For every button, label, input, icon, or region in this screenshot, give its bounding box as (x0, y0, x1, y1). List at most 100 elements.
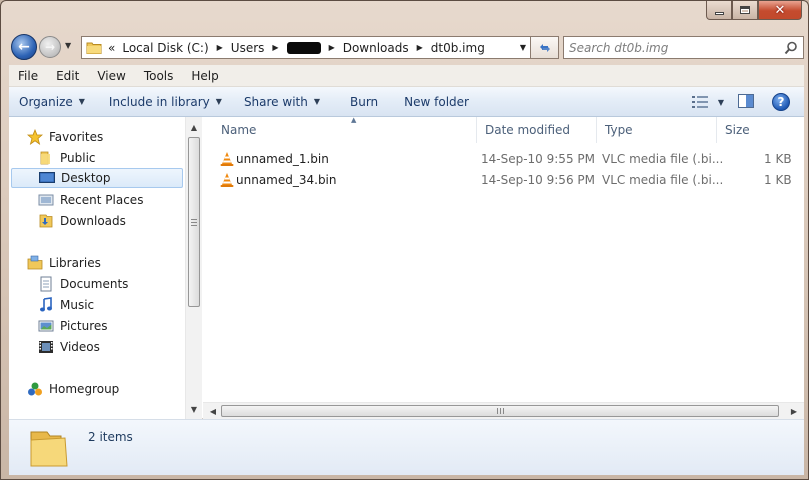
nav-pane-scrollbar[interactable]: ▲ ▼ (185, 117, 202, 419)
file-date-modified: 14-Sep-10 9:55 PM (481, 152, 595, 166)
menu-help[interactable]: Help (182, 69, 227, 83)
nav-documents[interactable]: Documents (38, 274, 128, 294)
breadcrumb-separator-icon[interactable]: ▶ (217, 43, 223, 52)
search-box (563, 36, 804, 59)
menu-edit[interactable]: Edit (47, 69, 88, 83)
column-date-modified-label: Date modified (485, 123, 571, 137)
chevron-down-icon: ▼ (78, 97, 85, 106)
menu-tools[interactable]: Tools (135, 69, 183, 83)
nav-documents-label: Documents (60, 277, 129, 291)
command-bar-right: ▼ ? (691, 87, 804, 117)
arrow-right-icon: → (44, 40, 56, 54)
chevron-down-icon: ▼ (313, 97, 320, 106)
search-input[interactable] (569, 40, 779, 55)
column-type[interactable]: Type (597, 117, 717, 143)
navigation-pane: Favorites Public Desktop Recent Places D… (9, 117, 202, 419)
videos-icon (38, 339, 54, 355)
burn-button[interactable]: Burn (341, 95, 387, 109)
menu-file[interactable]: File (9, 69, 47, 83)
details-pane: 2 items (9, 419, 804, 475)
change-view-button[interactable]: ▼ (691, 96, 724, 108)
folder-icon (38, 150, 54, 166)
homegroup-icon (27, 381, 43, 397)
forward-button[interactable]: → (39, 36, 61, 58)
nav-music-label: Music (60, 298, 95, 312)
grip-icon (496, 408, 504, 414)
column-name[interactable]: Name ▲ (213, 116, 477, 143)
pictures-icon (38, 318, 54, 334)
column-date-modified[interactable]: Date modified (477, 117, 597, 143)
minimize-button[interactable] (706, 1, 732, 20)
file-row[interactable]: unnamed_1.bin 14-Sep-10 9:55 PM VLC medi… (219, 149, 799, 169)
nav-favorites[interactable]: Favorites (27, 127, 103, 147)
star-icon (27, 129, 43, 145)
address-dropdown-icon[interactable]: ▼ (520, 43, 526, 52)
nav-libraries[interactable]: Libraries (27, 253, 101, 273)
nav-music[interactable]: Music (38, 295, 94, 315)
recent-pages-dropdown[interactable]: ▼ (65, 41, 75, 51)
file-row[interactable]: unnamed_34.bin 14-Sep-10 9:56 PM VLC med… (219, 170, 799, 190)
item-count: 2 items (88, 430, 133, 444)
nav-videos[interactable]: Videos (38, 337, 100, 357)
vlc-cone-icon (220, 152, 234, 166)
scroll-down-icon[interactable]: ▼ (186, 401, 202, 417)
downloads-folder-icon (38, 213, 54, 229)
file-type: VLC media file (.bi... (602, 152, 724, 166)
maximize-button[interactable] (732, 1, 758, 20)
content-area: Favorites Public Desktop Recent Places D… (9, 116, 804, 419)
nav-desktop-label: Desktop (61, 171, 111, 185)
refresh-icon (539, 43, 550, 52)
breadcrumb-separator-icon[interactable]: ▶ (329, 43, 335, 52)
nav-downloads[interactable]: Downloads (38, 211, 126, 231)
refresh-button[interactable] (531, 36, 559, 59)
nav-recent-places-label: Recent Places (60, 193, 144, 207)
documents-icon (38, 276, 54, 292)
file-list-pane: Name ▲ Date modified Type Size unnamed_1… (203, 116, 804, 419)
column-type-label: Type (605, 123, 633, 137)
sort-ascending-icon: ▲ (351, 116, 357, 124)
include-in-library-label: Include in library (108, 94, 210, 109)
nav-videos-label: Videos (60, 340, 100, 354)
file-list-scrollbar[interactable]: ◀ ▶ (203, 402, 804, 419)
breadcrumb-downloads[interactable]: Downloads (343, 41, 409, 55)
close-icon: ✕ (774, 2, 786, 18)
back-button[interactable]: ← (11, 34, 37, 60)
include-in-library-button[interactable]: Include in library ▼ (100, 95, 231, 109)
help-button[interactable]: ? (772, 93, 790, 111)
breadcrumb-overflow[interactable]: « (108, 41, 115, 55)
column-size[interactable]: Size (717, 117, 797, 143)
desktop-icon (39, 170, 55, 186)
menu-view[interactable]: View (88, 69, 134, 83)
explorer-window: ✕ ← → ▼ « Local Disk (C:) ▶ Users ▶ ▶ Do… (0, 0, 809, 480)
close-button[interactable]: ✕ (758, 1, 802, 20)
vlc-cone-icon (220, 173, 234, 187)
nav-recent-places[interactable]: Recent Places (38, 190, 143, 210)
organize-button[interactable]: Organize ▼ (9, 95, 94, 109)
search-icon[interactable] (784, 41, 798, 55)
new-folder-button[interactable]: New folder (395, 95, 478, 109)
nav-public[interactable]: Public (38, 148, 96, 168)
preview-pane-button[interactable] (738, 93, 754, 111)
nav-favorites-label: Favorites (49, 130, 104, 144)
minimize-icon (714, 11, 724, 15)
scroll-up-icon[interactable]: ▲ (186, 119, 202, 135)
breadcrumb-local-disk[interactable]: Local Disk (C:) (122, 41, 208, 55)
breadcrumb-separator-icon[interactable]: ▶ (417, 43, 423, 52)
nav-pane-scroll-thumb[interactable] (188, 137, 200, 307)
scroll-right-icon[interactable]: ▶ (786, 403, 802, 419)
file-list-scroll-thumb[interactable] (221, 405, 779, 417)
breadcrumb-separator-icon[interactable]: ▶ (272, 43, 278, 52)
scroll-left-icon[interactable]: ◀ (205, 403, 221, 419)
file-size: 1 KB (764, 173, 792, 187)
nav-pictures[interactable]: Pictures (38, 316, 108, 336)
nav-homegroup[interactable]: Homegroup (27, 379, 119, 399)
music-icon (38, 297, 54, 313)
nav-desktop[interactable]: Desktop (11, 168, 183, 188)
breadcrumb-redacted-user[interactable] (286, 41, 321, 54)
breadcrumb-users[interactable]: Users (231, 41, 265, 55)
file-name: unnamed_1.bin (236, 152, 329, 166)
address-bar[interactable]: « Local Disk (C:) ▶ Users ▶ ▶ Downloads … (81, 36, 531, 59)
share-with-button[interactable]: Share with ▼ (235, 95, 329, 109)
breadcrumb-dt0b-img[interactable]: dt0b.img (431, 41, 485, 55)
preview-pane-icon (738, 93, 754, 108)
